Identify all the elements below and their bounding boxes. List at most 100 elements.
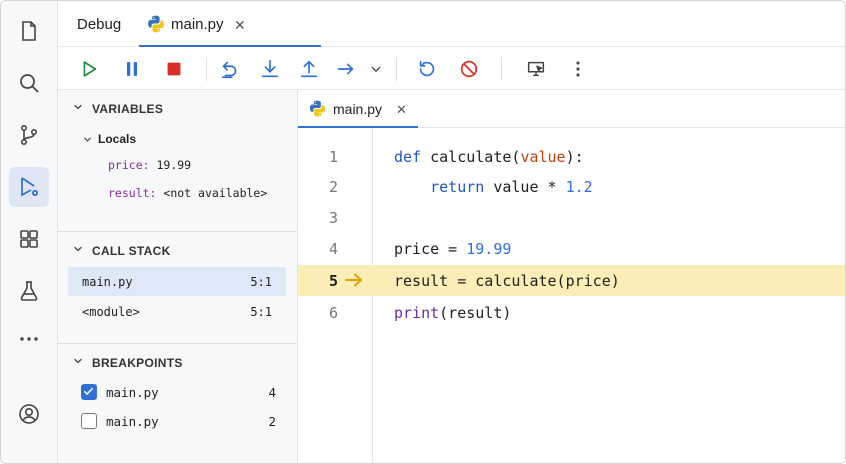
toolbar-separator: [501, 57, 502, 81]
play-icon: [83, 61, 97, 77]
callstack-title: CALL STACK: [92, 244, 171, 258]
stack-frame-row[interactable]: main.py 5:1: [68, 267, 286, 296]
more-vertical-icon: [576, 61, 580, 77]
chevron-down-icon: [74, 358, 82, 364]
source-control-button[interactable]: [9, 115, 49, 155]
breakpoints-title: BREAKPOINTS: [92, 356, 183, 370]
layout-button[interactable]: [523, 56, 549, 82]
account-button[interactable]: [9, 394, 49, 434]
close-icon[interactable]: ✕: [396, 102, 407, 118]
disconnect-button[interactable]: [456, 56, 482, 82]
breakpoint-row[interactable]: main.py 4: [68, 379, 286, 407]
toolbar-separator: [396, 57, 397, 81]
extensions-button[interactable]: [9, 219, 49, 259]
line-number: 2: [328, 178, 338, 196]
tab-main-py[interactable]: main.py ✕: [139, 1, 321, 47]
search-icon: [20, 74, 39, 93]
stop-icon: [167, 62, 181, 76]
step-out-button[interactable]: [296, 56, 322, 82]
code-text: return value * 1.2: [430, 178, 593, 196]
arrow-right-icon: [337, 63, 354, 75]
line-number: 5: [328, 272, 338, 290]
breakpoint-line: 4: [268, 385, 276, 400]
disable-icon: [460, 60, 478, 78]
explorer-button[interactable]: [9, 11, 49, 51]
code-text: result = calculate(price): [394, 272, 620, 290]
stack-frame-name: main.py: [82, 275, 133, 289]
section-divider: [58, 231, 298, 232]
line-number: 3: [328, 209, 338, 227]
variable-value: <not available>: [163, 186, 268, 200]
code-line[interactable]: 1 def calculate(value):: [298, 141, 845, 172]
code-line[interactable]: 3: [298, 202, 845, 233]
search-button[interactable]: [9, 63, 49, 103]
breakpoint-file: main.py: [106, 414, 159, 429]
variable-row[interactable]: price: 19.99: [108, 158, 191, 172]
breakpoint-file: main.py: [106, 385, 159, 400]
breakpoint-checkbox[interactable]: [81, 384, 97, 400]
flask-icon: [20, 281, 38, 301]
more-actions-dropdown[interactable]: [367, 56, 385, 82]
debug-label: Debug: [77, 16, 122, 33]
variable-name: price: [108, 158, 143, 172]
variable-value: 19.99: [156, 158, 192, 172]
testing-button[interactable]: [9, 271, 49, 311]
stack-frame-position: 5:1: [250, 305, 272, 319]
debug-side-panel: VARIABLES Locals price: 19.99 result: <n…: [58, 90, 298, 463]
variable-row[interactable]: result: <not available>: [108, 186, 267, 200]
run-debug-icon: [21, 177, 38, 197]
editor-tab-label: main.py: [333, 101, 383, 117]
source-control-icon: [21, 124, 38, 145]
code-line[interactable]: 6 print(result): [298, 297, 845, 328]
current-code-line[interactable]: 5 result = calculate(price): [298, 265, 845, 296]
more-button[interactable]: [9, 319, 49, 359]
continue-button[interactable]: [76, 56, 102, 82]
editor-tab-main-py[interactable]: main.py ✕: [298, 90, 418, 128]
account-icon: [19, 404, 39, 424]
activity-bar: [1, 1, 58, 463]
breakpoint-row[interactable]: main.py 2: [68, 408, 286, 436]
restart-button[interactable]: [414, 56, 440, 82]
stack-frame-row[interactable]: <module> 5:1: [68, 297, 286, 326]
close-icon[interactable]: ✕: [234, 17, 246, 34]
pause-button[interactable]: [119, 56, 145, 82]
code-text: price = 19.99: [394, 240, 512, 258]
breakpoints-section-header[interactable]: BREAKPOINTS: [58, 353, 298, 373]
code-editor: main.py ✕ 1 def calculate(value): 2 retu…: [298, 90, 845, 463]
section-divider: [58, 343, 298, 344]
line-number: 4: [328, 240, 338, 258]
run-debug-button[interactable]: [9, 167, 49, 207]
screen-cursor-icon: [527, 61, 545, 77]
stop-button[interactable]: [161, 56, 187, 82]
breakpoint-checkbox[interactable]: [81, 413, 97, 429]
step-back-button[interactable]: [217, 56, 243, 82]
chevron-down-icon: [371, 66, 381, 73]
step-into-icon: [261, 59, 279, 78]
step-into-button[interactable]: [257, 56, 283, 82]
variables-section-header[interactable]: VARIABLES: [58, 99, 298, 119]
toolbar-separator: [206, 57, 207, 81]
file-icon: [22, 21, 36, 41]
callstack-section-header[interactable]: CALL STACK: [58, 241, 298, 261]
debug-toolbar: [58, 47, 845, 90]
breakpoint-line: 2: [268, 414, 276, 429]
pause-icon: [126, 62, 138, 76]
stack-frame-position: 5:1: [250, 275, 272, 289]
code-text: print(result): [394, 304, 512, 322]
editor-tab-strip: main.py ✕: [298, 90, 845, 128]
code-text: def calculate(value):: [394, 148, 584, 166]
python-icon: [148, 15, 164, 33]
check-icon: [84, 387, 93, 395]
python-icon: [309, 100, 326, 117]
top-tab-strip: Debug main.py ✕: [58, 1, 845, 47]
chevron-down-icon: [74, 246, 82, 252]
overflow-menu-button[interactable]: [565, 56, 591, 82]
line-number: 1: [328, 148, 338, 166]
chevron-down-icon: [74, 104, 82, 110]
code-line[interactable]: 2 return value * 1.2: [298, 171, 845, 202]
stack-frame-name: <module>: [82, 305, 140, 319]
step-back-icon: [221, 61, 237, 79]
step-over-button[interactable]: [333, 56, 359, 82]
code-line[interactable]: 4 price = 19.99: [298, 233, 845, 264]
variables-title: VARIABLES: [92, 102, 164, 116]
